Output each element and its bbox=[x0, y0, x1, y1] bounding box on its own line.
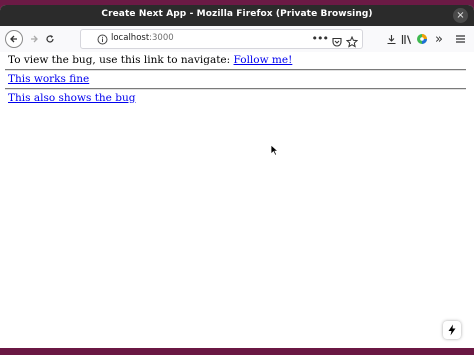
also-shows-bug-link[interactable]: This also shows the bug bbox=[8, 92, 135, 104]
reload-icon bbox=[46, 35, 54, 43]
info-icon[interactable] bbox=[96, 33, 108, 45]
divider bbox=[5, 88, 466, 90]
pocket-icon[interactable] bbox=[331, 33, 343, 52]
close-window-button[interactable]: × bbox=[453, 8, 468, 23]
forward-icon bbox=[31, 35, 38, 43]
divider bbox=[5, 69, 466, 71]
intro-line: To view the bug, use this link to naviga… bbox=[8, 54, 292, 66]
follow-me-link[interactable]: Follow me! bbox=[234, 54, 293, 66]
open-menu-button[interactable] bbox=[450, 29, 470, 49]
url-bar[interactable]: localhost:3000 ••• bbox=[80, 29, 363, 49]
bookmark-star-icon[interactable] bbox=[345, 33, 359, 52]
back-icon bbox=[10, 35, 17, 43]
menu-icon bbox=[455, 35, 465, 43]
browser-window: Create Next App - Mozilla Firefox (Priva… bbox=[0, 5, 474, 348]
profile-icon bbox=[417, 34, 427, 44]
mouse-cursor-icon bbox=[270, 144, 279, 156]
overflow-icon: » bbox=[435, 31, 443, 47]
lightning-icon bbox=[448, 324, 456, 336]
overflow-menu-button[interactable]: » bbox=[429, 29, 449, 49]
download-icon bbox=[387, 34, 395, 44]
window-titlebar[interactable]: Create Next App - Mozilla Firefox (Priva… bbox=[0, 5, 474, 26]
intro-text: To view the bug, use this link to naviga… bbox=[8, 54, 234, 66]
nextjs-dev-indicator[interactable] bbox=[443, 321, 461, 339]
url-host: localhost bbox=[111, 33, 150, 43]
url-text[interactable]: localhost:3000 bbox=[111, 33, 174, 43]
window-title: Create Next App - Mozilla Firefox (Priva… bbox=[101, 9, 373, 19]
reload-button[interactable] bbox=[40, 29, 60, 49]
works-fine-link[interactable]: This works fine bbox=[8, 73, 89, 85]
page-actions-icon[interactable]: ••• bbox=[312, 32, 329, 45]
navigation-toolbar: localhost:3000 ••• » bbox=[0, 26, 474, 53]
url-port: :3000 bbox=[149, 33, 174, 43]
back-button[interactable] bbox=[4, 29, 24, 49]
page-content: To view the bug, use this link to naviga… bbox=[0, 52, 474, 348]
close-icon: × bbox=[456, 10, 465, 21]
